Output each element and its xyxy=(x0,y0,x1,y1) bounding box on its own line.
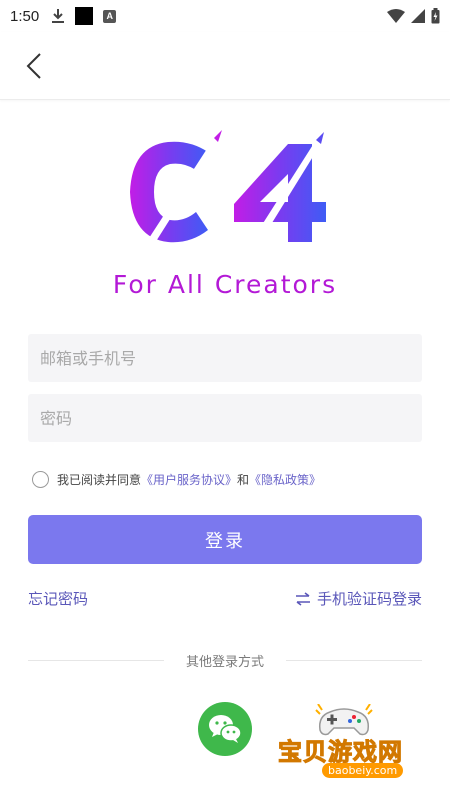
other-login-label: 其他登录方式 xyxy=(186,654,265,670)
wifi-icon xyxy=(387,9,405,23)
status-time: 1:50 xyxy=(10,7,40,25)
other-login-divider: 其他登录方式 xyxy=(28,650,423,670)
agreement-checkbox[interactable] xyxy=(32,470,49,488)
chevron-left-icon xyxy=(26,53,41,79)
signal-icon xyxy=(411,9,425,23)
divider-line xyxy=(28,659,164,661)
status-bar: 1:50 A xyxy=(0,0,450,32)
user-agreement-link[interactable]: 《用户服务协议》 xyxy=(141,471,237,488)
download-icon xyxy=(52,9,65,23)
status-notification-icons: A xyxy=(51,7,117,25)
notification-square-icon xyxy=(75,7,94,25)
agreement-conjunction: 和 xyxy=(237,472,250,487)
c4-logo xyxy=(130,130,326,254)
back-button[interactable] xyxy=(18,50,50,82)
agreement-row: 我已阅读并同意 《用户服务协议》 和 《隐私政策》 xyxy=(32,468,321,490)
a-notification-icon: A xyxy=(103,9,117,23)
top-app-bar xyxy=(0,32,450,100)
password-input[interactable] xyxy=(28,394,422,442)
sms-login-link[interactable]: 手机验证码登录 xyxy=(295,588,422,609)
privacy-policy-link[interactable]: 《隐私政策》 xyxy=(249,471,321,488)
site-watermark: 宝贝游戏网 baobeiy.com xyxy=(270,700,450,800)
swap-arrows-icon xyxy=(295,591,310,606)
agreement-prefix: 我已阅读并同意 xyxy=(57,472,142,487)
wechat-login-button[interactable] xyxy=(198,702,252,756)
watermark-text: 宝贝游戏网 xyxy=(278,738,403,767)
forgot-password-link[interactable]: 忘记密码 xyxy=(28,588,88,609)
account-input[interactable] xyxy=(28,334,422,382)
login-button[interactable]: 登录 xyxy=(28,515,422,564)
sms-login-label: 手机验证码登录 xyxy=(316,590,422,608)
wechat-icon xyxy=(209,715,242,743)
battery-icon xyxy=(431,8,440,24)
status-system-icons xyxy=(387,8,440,24)
watermark-url: baobeiy.com xyxy=(322,763,404,778)
divider-line xyxy=(286,659,423,661)
brand-tagline: For All Creators xyxy=(112,270,338,299)
